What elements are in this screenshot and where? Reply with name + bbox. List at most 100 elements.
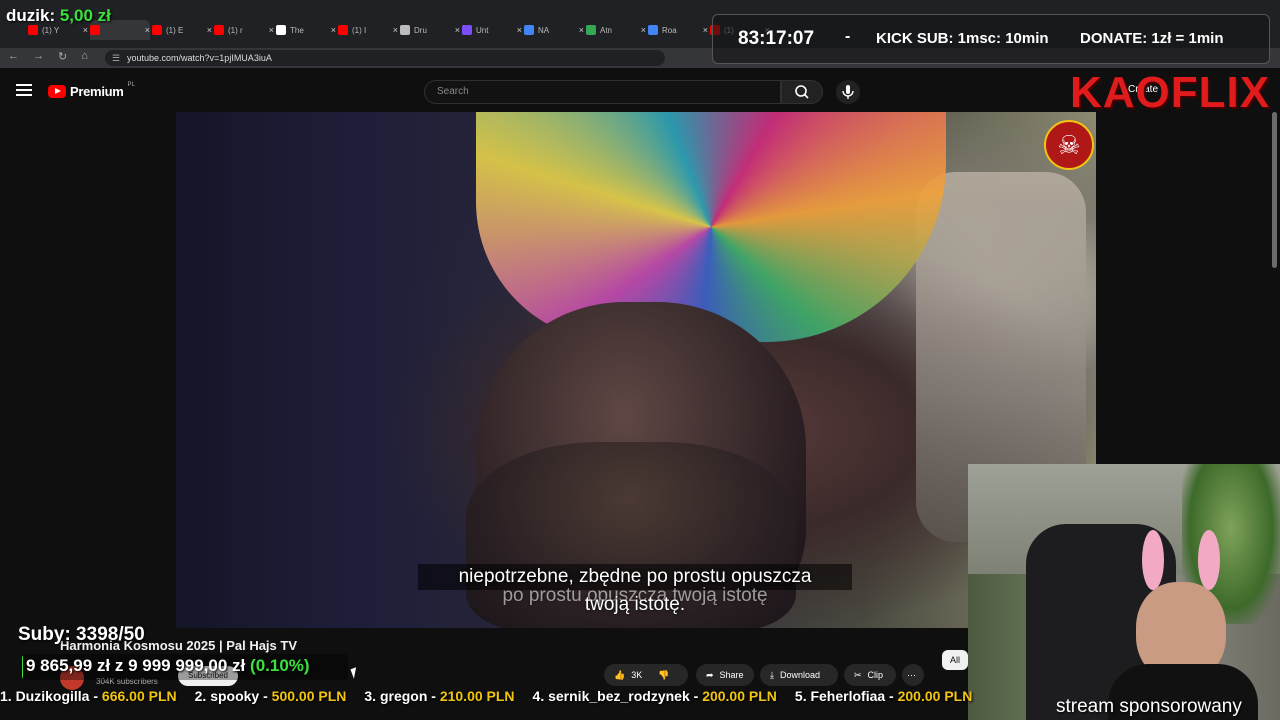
tab-favicon-icon bbox=[338, 25, 348, 35]
tab-close-icon[interactable]: × bbox=[517, 25, 522, 35]
download-icon: ⤓ bbox=[770, 669, 774, 680]
share-label: Share bbox=[719, 670, 744, 680]
tab-label: (1) E bbox=[166, 25, 184, 35]
tab-label: Roa bbox=[662, 25, 677, 35]
premium-label: Premium bbox=[70, 84, 124, 99]
goal-separator: z bbox=[110, 656, 129, 675]
browser-tab[interactable]: Dru × bbox=[400, 20, 460, 40]
chip-all[interactable]: All bbox=[942, 650, 968, 670]
tab-close-icon[interactable]: × bbox=[393, 25, 398, 35]
forward-icon[interactable]: → bbox=[33, 50, 44, 63]
url-text: youtube.com/watch?v=1pjIMUA3iuA bbox=[127, 53, 272, 63]
site-info-icon[interactable]: ☰ bbox=[112, 50, 120, 66]
sub-counter: Suby: 3398/50 bbox=[18, 624, 145, 645]
goal-target: 9 999 999,00 zł bbox=[128, 656, 246, 675]
tab-close-icon[interactable]: × bbox=[207, 25, 212, 35]
tab-label: (1) r bbox=[228, 25, 243, 35]
home-icon[interactable]: ⌂ bbox=[81, 50, 88, 63]
tab-favicon-icon bbox=[400, 25, 410, 35]
tab-close-icon[interactable]: × bbox=[269, 25, 274, 35]
tab-label: (1) I bbox=[352, 25, 367, 35]
menu-icon[interactable] bbox=[16, 84, 32, 96]
browser-tab[interactable]: (1) I × bbox=[338, 20, 398, 40]
browser-tab[interactable]: NA × bbox=[524, 20, 584, 40]
youtube-logo[interactable]: Premium PL bbox=[48, 81, 135, 99]
tie-dye-hat bbox=[476, 112, 946, 342]
microphone-icon bbox=[842, 85, 854, 99]
video-player[interactable] bbox=[176, 112, 1096, 628]
tab-close-icon[interactable]: × bbox=[641, 25, 646, 35]
reload-icon[interactable]: ↻ bbox=[58, 50, 67, 63]
kaoflix-logo: KAOFLIX bbox=[1070, 68, 1271, 117]
browser-tab[interactable]: Atn × bbox=[586, 20, 646, 40]
tab-favicon-icon bbox=[214, 25, 224, 35]
ticker-entry: 2. spooky - 500.00 PLN bbox=[195, 688, 347, 704]
skull-emblem-icon: ☠ bbox=[1044, 120, 1094, 170]
ticker-entry: 3. gregon - 210.00 PLN bbox=[364, 688, 514, 704]
tab-favicon-icon bbox=[90, 25, 100, 35]
ticker-donor: 1. Duzikogilla - bbox=[0, 688, 102, 704]
ticker-amount: 200.00 PLN bbox=[702, 688, 777, 704]
tab-favicon-icon bbox=[152, 25, 162, 35]
like-icon[interactable]: 👍 bbox=[614, 670, 625, 681]
clip-button[interactable]: ✂ Clip bbox=[844, 664, 896, 686]
tab-favicon-icon bbox=[276, 25, 286, 35]
share-button[interactable]: ➦ Share bbox=[696, 664, 754, 686]
voice-search-button[interactable] bbox=[836, 80, 860, 104]
tab-favicon-icon bbox=[524, 25, 534, 35]
search-button[interactable] bbox=[781, 80, 823, 104]
browser-tab[interactable]: (1) r × bbox=[214, 20, 274, 40]
tab-label: The bbox=[290, 25, 304, 35]
scissors-icon: ✂ bbox=[854, 669, 862, 680]
top-donors-ticker: 1. Duzikogilla - 666.00 PLN 2. spooky - 5… bbox=[0, 688, 1070, 710]
timer-separator: - bbox=[845, 28, 851, 45]
donor-amount: 5,00 zł bbox=[59, 6, 111, 25]
tab-label: (1) Y bbox=[42, 25, 60, 35]
mouse-cursor-icon bbox=[350, 667, 360, 679]
tab-favicon-icon bbox=[586, 25, 596, 35]
tab-label: Unt bbox=[476, 25, 489, 35]
tab-label: Atn bbox=[600, 25, 613, 35]
subathon-timer: 83:17:07 bbox=[738, 28, 815, 49]
stream-sponsored-label: stream sponsorowany bbox=[1056, 696, 1242, 717]
more-actions-button[interactable]: ⋯ bbox=[902, 664, 924, 686]
streamer-webcam bbox=[968, 464, 1280, 720]
browser-tab[interactable]: The × bbox=[276, 20, 336, 40]
download-button[interactable]: ⤓ Download bbox=[760, 664, 838, 686]
page-scrollbar[interactable] bbox=[1272, 112, 1277, 268]
search-input[interactable]: Search bbox=[424, 80, 781, 104]
browser-tab[interactable]: Unt × bbox=[462, 20, 522, 40]
url-field[interactable]: ☰ youtube.com/watch?v=1pjIMUA3iuA bbox=[105, 50, 665, 66]
more-icon: ⋯ bbox=[907, 669, 916, 680]
region-code: PL bbox=[127, 81, 135, 88]
tab-close-icon[interactable]: × bbox=[145, 25, 150, 35]
tab-favicon-icon bbox=[28, 25, 38, 35]
tab-close-icon[interactable]: × bbox=[83, 25, 88, 35]
tab-close-icon[interactable]: × bbox=[703, 25, 708, 35]
tab-close-icon[interactable]: × bbox=[331, 25, 336, 35]
browser-tab[interactable]: Roa × bbox=[648, 20, 708, 40]
donate-rate: DONATE: 1zł = 1min bbox=[1080, 30, 1224, 47]
tab-favicon-icon bbox=[648, 25, 658, 35]
youtube-play-icon bbox=[48, 85, 66, 98]
clip-label: Clip bbox=[867, 670, 884, 680]
ticker-entry: 5. Feherlofiaa - 200.00 PLN bbox=[795, 688, 972, 704]
latest-donation: duzik: 5,00 zł bbox=[6, 6, 111, 26]
tab-close-icon[interactable]: × bbox=[455, 25, 460, 35]
like-count[interactable]: 3K bbox=[631, 670, 642, 680]
share-icon: ➦ bbox=[706, 669, 714, 680]
back-icon[interactable]: ← bbox=[8, 50, 19, 63]
kick-sub-rate: KICK SUB: 1msc: 10min bbox=[876, 30, 1049, 47]
ticker-donor: 5. Feherlofiaa - bbox=[794, 688, 898, 704]
nav-buttons: ← → ↻ ⌂ bbox=[8, 50, 88, 63]
dislike-icon[interactable]: 👎 bbox=[658, 670, 669, 681]
goal-percent: (0.10%) bbox=[250, 656, 310, 675]
ticker-donor: 3. gregon - bbox=[364, 688, 440, 704]
like-dislike-group: 👍 3K 👎 bbox=[604, 664, 688, 686]
tab-favicon-icon bbox=[462, 25, 472, 35]
tab-close-icon[interactable]: × bbox=[579, 25, 584, 35]
search-icon bbox=[795, 85, 809, 99]
browser-tab[interactable]: (1) E × bbox=[152, 20, 212, 40]
tab-label: NA bbox=[538, 25, 550, 35]
tab-label: Dru bbox=[414, 25, 427, 35]
